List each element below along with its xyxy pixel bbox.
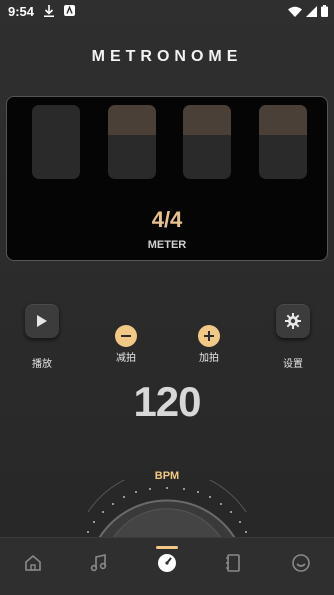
play-button[interactable] [25,304,59,338]
status-time: 9:54 [8,4,35,19]
play-label: 播放 [32,359,52,370]
download-icon [44,5,54,20]
signal-icon [306,4,317,22]
status-icons [288,4,328,22]
settings-button[interactable] [276,304,310,338]
battery-icon [321,4,328,22]
nav-music[interactable] [66,538,132,588]
gear-icon [285,313,301,329]
increase-beat-button[interactable] [198,325,220,347]
bottom-nav [0,537,334,595]
app-notification-icon [64,5,75,19]
wifi-icon [288,4,302,22]
page-title: METRONOME [91,48,243,65]
beat-indicator[interactable] [183,105,231,179]
metronome-screen: 9:54 METRONOME 4/4 METER 播放 减拍 加拍 设置 120… [0,0,334,595]
beat-indicator[interactable] [108,105,156,179]
music-icon [90,554,107,572]
beat-panel: 4/4 METER [6,96,328,261]
beat-indicator[interactable] [32,105,80,179]
decrease-beat-button[interactable] [115,325,137,347]
home-icon [25,554,41,571]
status-bar: 9:54 [0,0,334,24]
book-icon [226,554,240,572]
settings-label: 设置 [283,359,303,370]
nav-notebook[interactable] [200,538,266,588]
minus-icon [121,335,131,337]
smile-icon [292,554,310,572]
bpm-value[interactable]: 120 [0,378,334,426]
tempo-dial[interactable] [0,480,334,540]
nav-profile[interactable] [268,538,334,588]
decrease-beat-label: 减拍 [116,353,136,364]
nav-metronome[interactable] [134,538,200,588]
meter-value[interactable]: 4/4 [7,207,327,233]
nav-home[interactable] [0,538,66,588]
meter-label: METER [147,239,187,251]
increase-beat-label: 加拍 [199,353,219,364]
plus-icon [204,331,214,341]
beat-indicator[interactable] [259,105,307,179]
metronome-icon [158,554,176,572]
play-icon [37,315,47,327]
